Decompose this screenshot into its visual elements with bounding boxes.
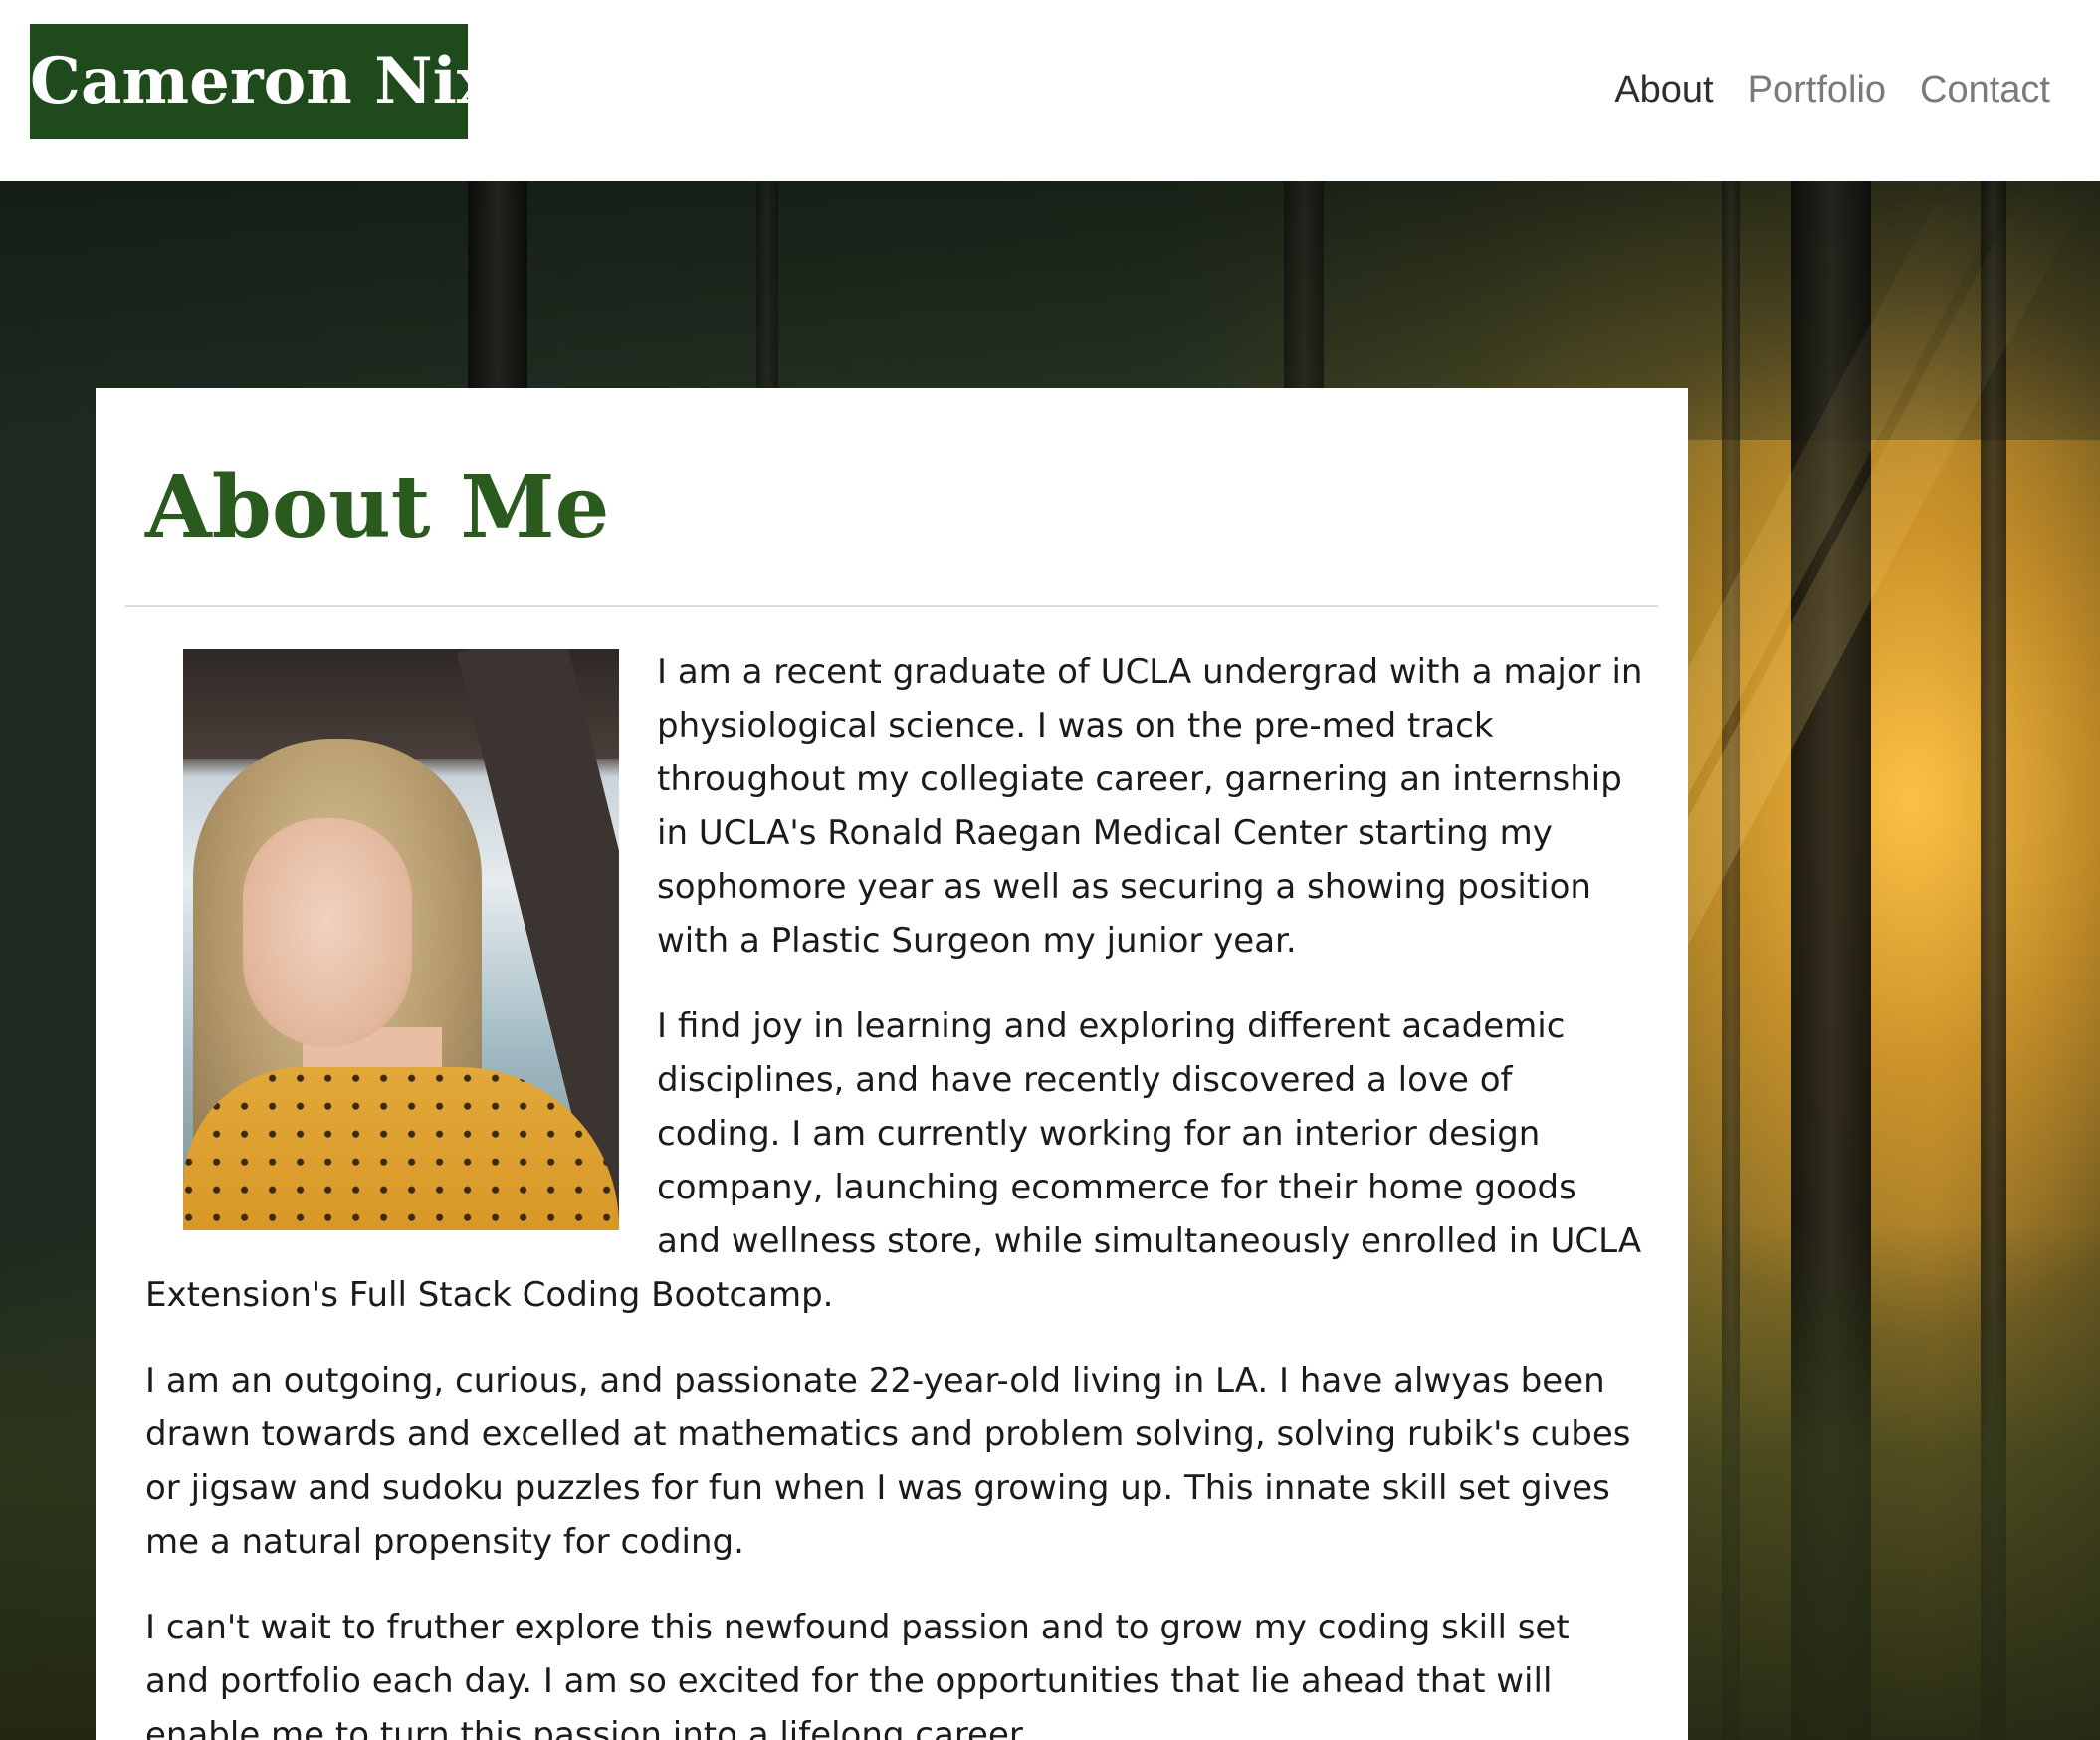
brand-logo[interactable]: Cameron Nix: [30, 24, 495, 139]
about-paragraph-4: I can't wait to fruther explore this new…: [145, 1608, 1570, 1740]
photo-dress: [183, 1067, 619, 1230]
about-content: I am a recent graduate of UCLA undergrad…: [145, 645, 1643, 1740]
about-paragraph-3: I am an outgoing, curious, and passionat…: [145, 1361, 1631, 1562]
nav-about[interactable]: About: [1614, 62, 1713, 117]
nav-portfolio[interactable]: Portfolio: [1748, 62, 1886, 117]
site-header: Cameron Nix About Portfolio Contact: [0, 0, 2100, 181]
photo-face: [243, 818, 412, 1047]
about-card: About Me I am a recent graduate of UCLA …: [96, 388, 1688, 1740]
about-title: About Me: [145, 457, 610, 557]
profile-photo: [183, 649, 619, 1230]
title-divider: [125, 605, 1658, 607]
main-nav: About Portfolio Contact: [1614, 62, 2050, 117]
nav-contact[interactable]: Contact: [1920, 62, 2050, 117]
